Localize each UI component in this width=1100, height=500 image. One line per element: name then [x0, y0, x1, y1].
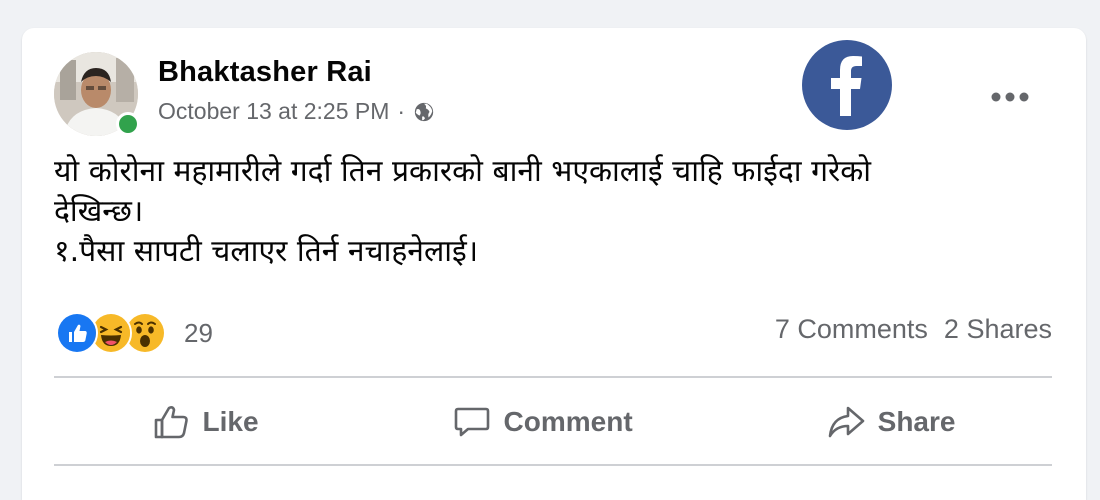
shares-count-link[interactable]: 2 Shares [944, 314, 1052, 345]
divider [54, 376, 1052, 378]
post-meta: October 13 at 2:25 PM · [158, 98, 435, 125]
like-button[interactable]: Like [127, 396, 283, 448]
action-bar: Like Comment Share [54, 380, 1052, 464]
author-name[interactable]: Bhaktasher Rai [158, 56, 372, 89]
online-status-dot [116, 112, 140, 136]
share-icon [828, 406, 864, 438]
like-label: Like [202, 406, 259, 437]
post-card: Bhaktasher Rai October 13 at 2:25 PM · य… [22, 28, 1086, 500]
reaction-count[interactable]: 29 [184, 318, 213, 349]
post-text-line: १.पैसा सापटी चलाएर तिर्न नचाहनेलाई। [54, 234, 479, 269]
meta-separator: · [397, 98, 406, 124]
like-reaction-icon [56, 312, 98, 354]
more-options-icon[interactable] [990, 90, 1030, 102]
globe-icon[interactable] [413, 101, 435, 123]
post-text-line: यो कोरोना महामारीले गर्दा तिन प्रकारको ब… [54, 154, 872, 189]
like-icon [154, 406, 188, 439]
comment-label: Comment [503, 406, 633, 437]
comment-button[interactable]: Comment [428, 396, 657, 448]
share-label: Share [877, 406, 956, 437]
post-text-line: देखिन्छ। [54, 194, 144, 229]
share-button[interactable]: Share [802, 396, 980, 448]
comment-icon [454, 407, 489, 437]
divider [54, 464, 1052, 466]
engagement-stats: 7 Comments 2 Shares [775, 314, 1052, 345]
facebook-logo-icon [802, 40, 892, 130]
reaction-summary[interactable]: 29 [56, 312, 213, 354]
post-timestamp[interactable]: October 13 at 2:25 PM [158, 98, 389, 125]
post-text: यो कोरोना महामारीले गर्दा तिन प्रकारको ब… [54, 152, 1054, 280]
comments-count-link[interactable]: 7 Comments [775, 314, 928, 345]
